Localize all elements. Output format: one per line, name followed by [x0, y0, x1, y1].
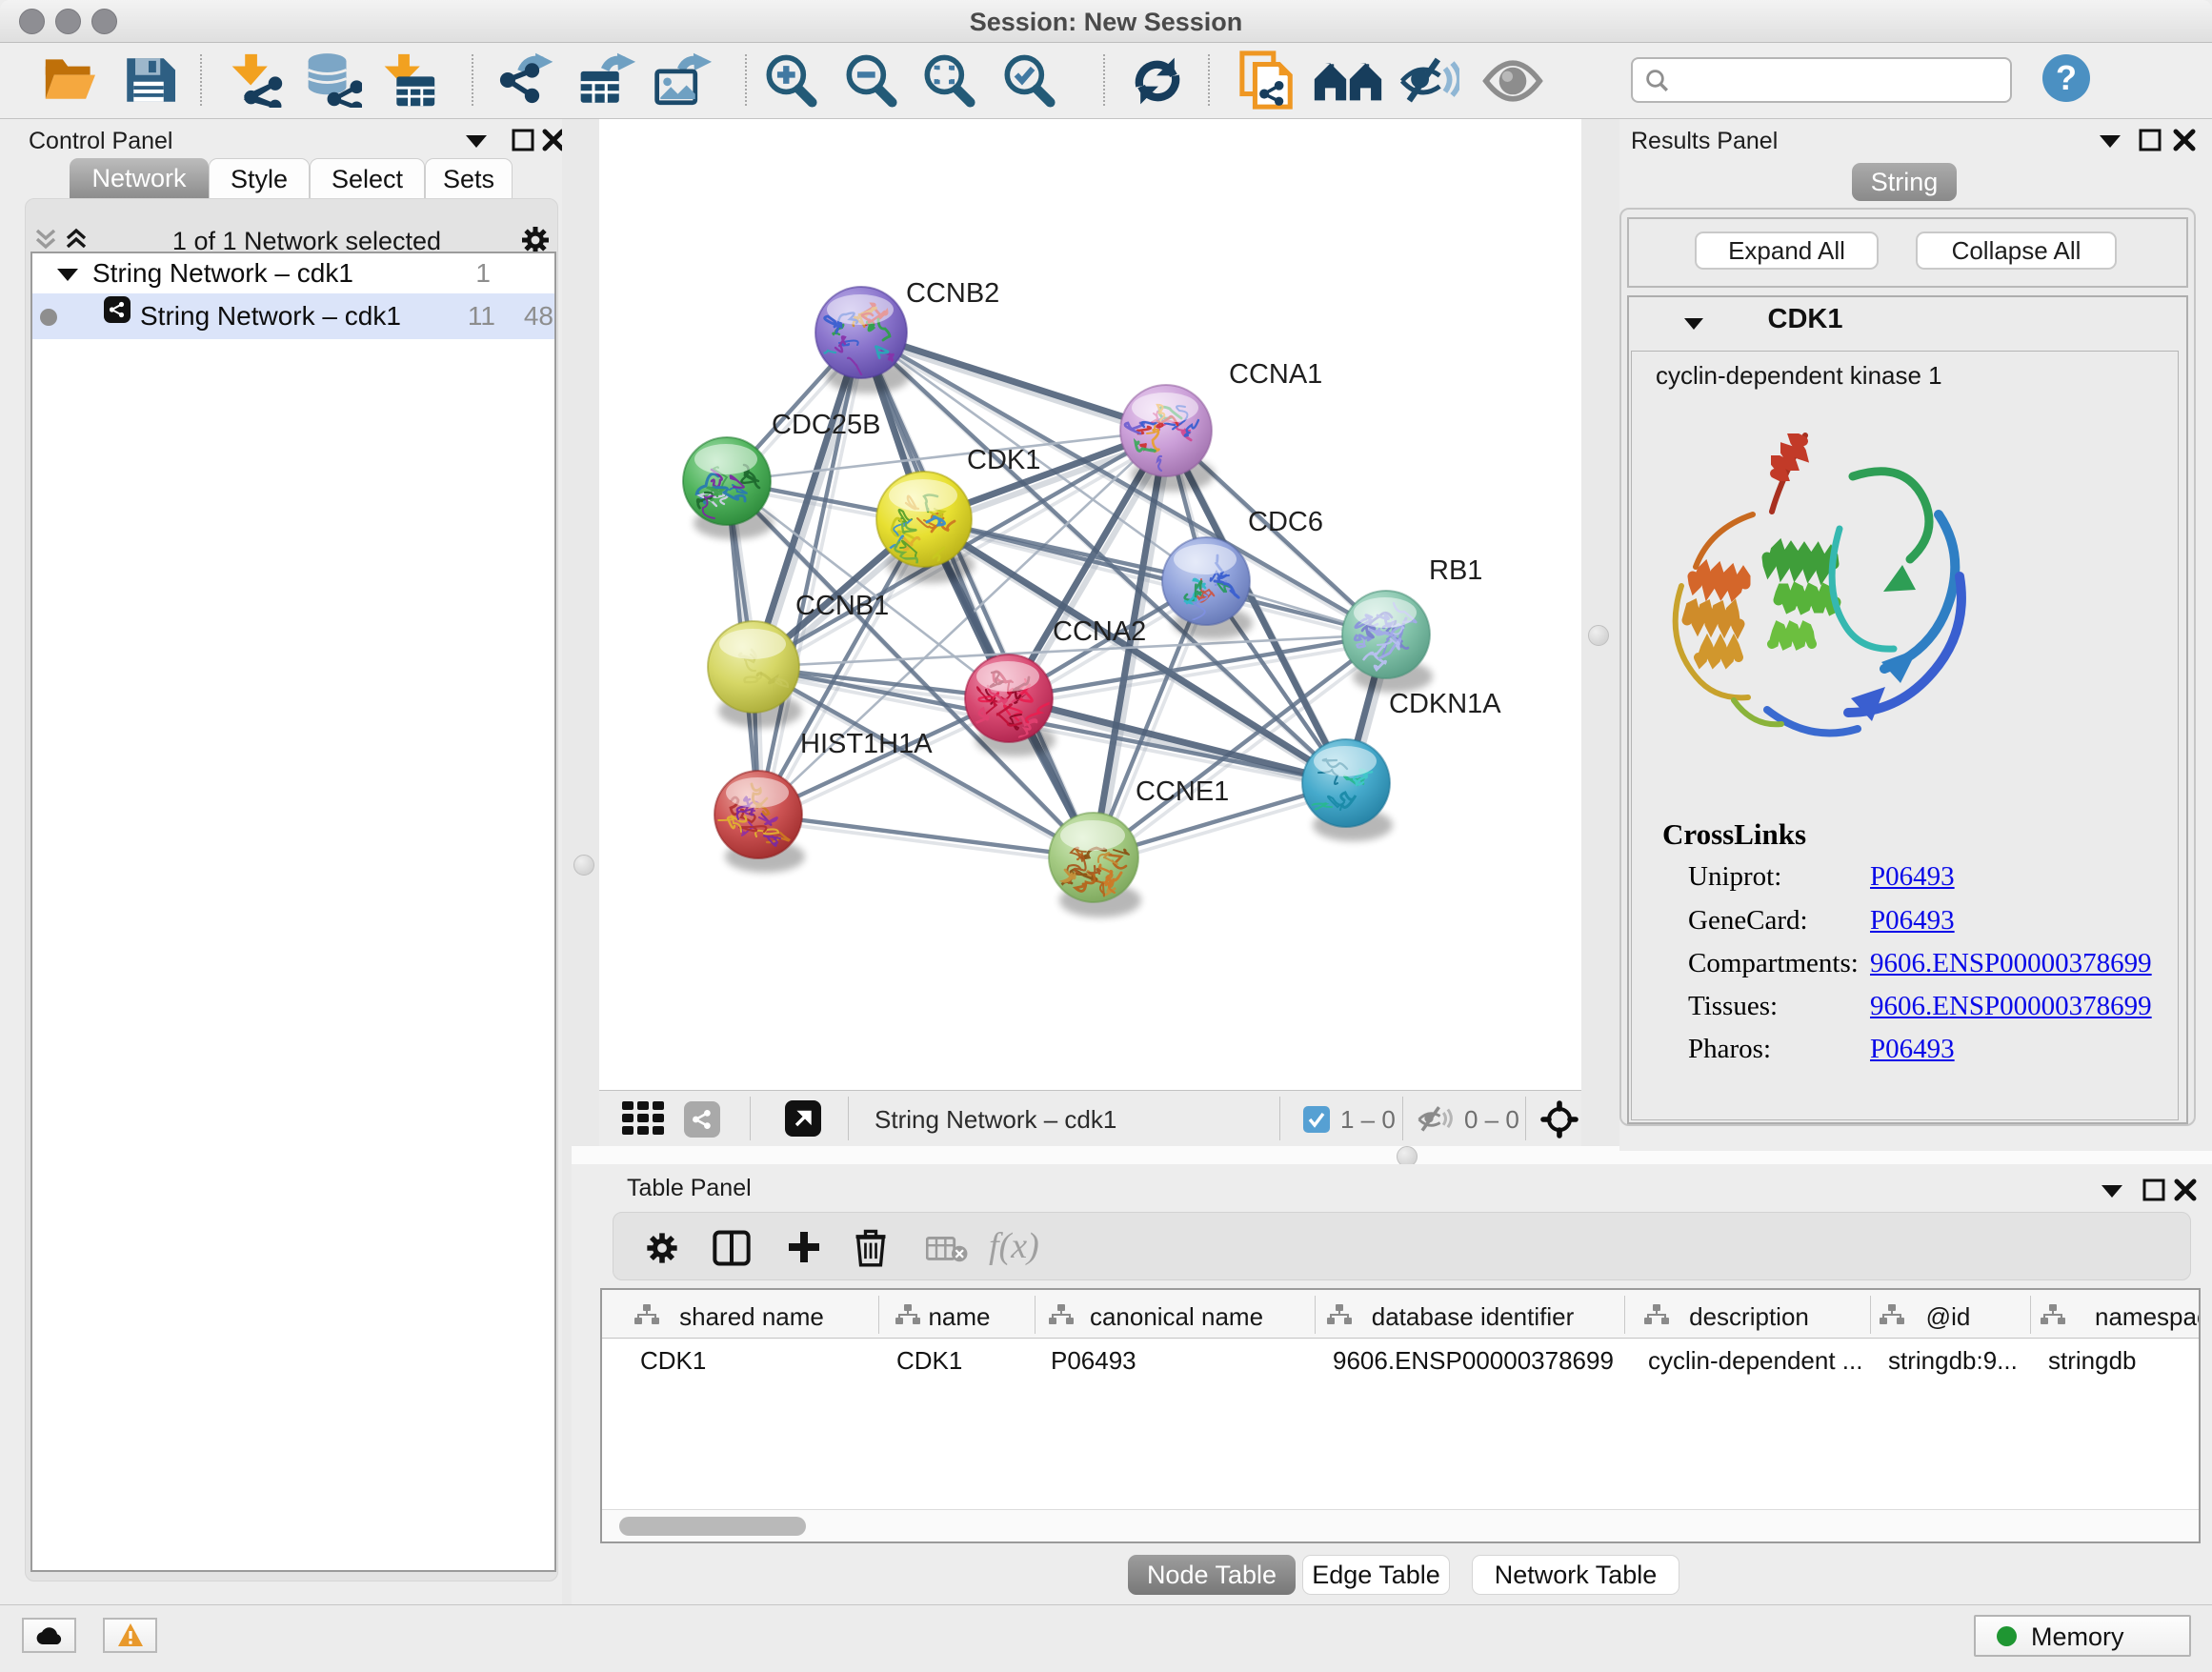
svg-text:HIST1H1A: HIST1H1A	[800, 729, 933, 759]
svg-text:CCNB1: CCNB1	[795, 591, 889, 621]
svg-text:CDC25B: CDC25B	[772, 410, 880, 440]
svg-text:CCNE1: CCNE1	[1136, 776, 1229, 807]
svg-text:CCNB2: CCNB2	[906, 278, 999, 309]
svg-text:CDK1: CDK1	[967, 445, 1040, 475]
svg-text:CDKN1A: CDKN1A	[1389, 689, 1501, 719]
svg-text:CCNA1: CCNA1	[1229, 359, 1322, 390]
svg-text:CDC6: CDC6	[1248, 507, 1323, 537]
svg-text:RB1: RB1	[1429, 555, 1482, 586]
svg-text:CCNA2: CCNA2	[1053, 616, 1146, 647]
